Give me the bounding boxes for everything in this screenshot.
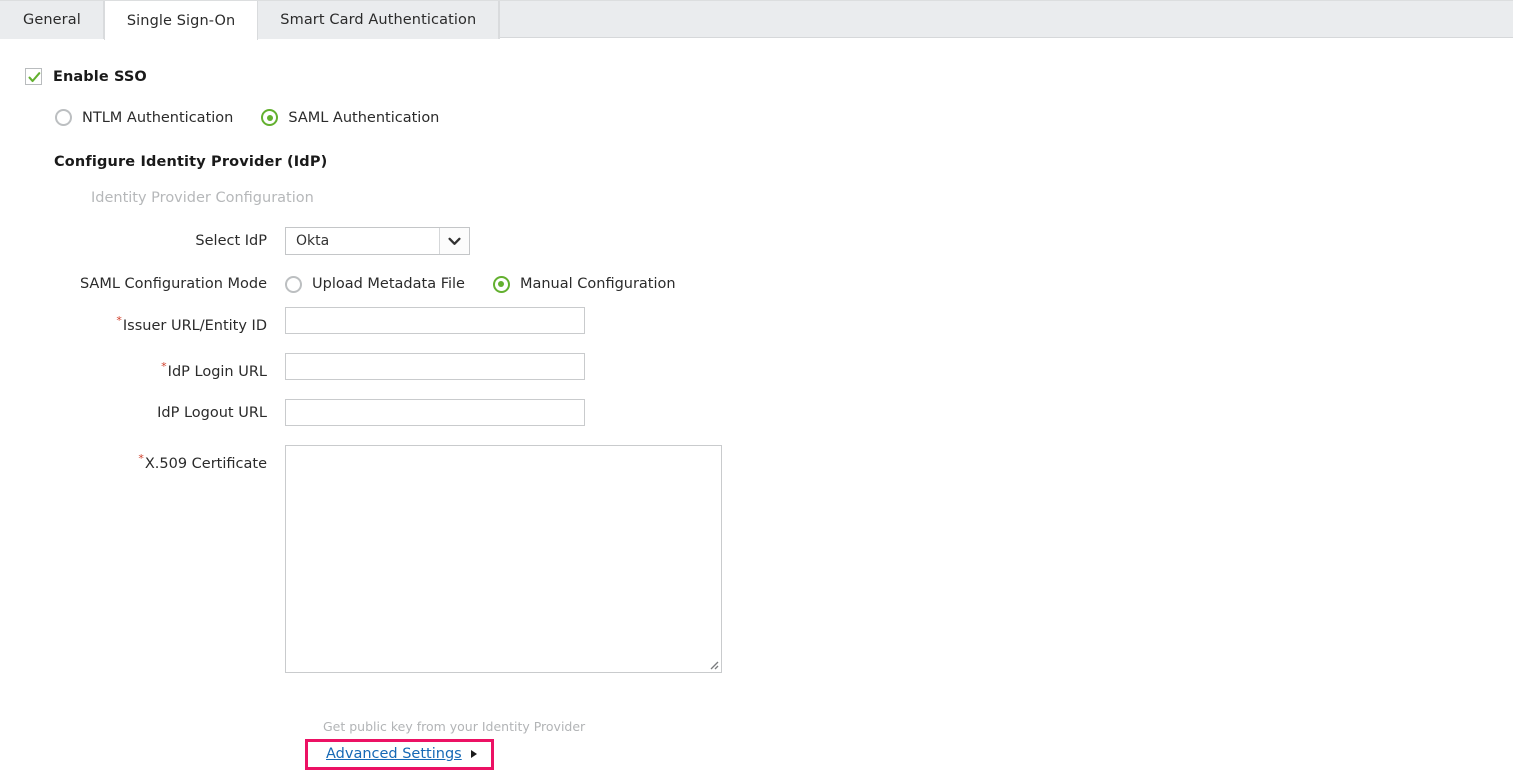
select-idp-row: Select IdP Okta — [0, 227, 470, 255]
idp-login-url-input[interactable] — [285, 353, 585, 380]
idp-login-url-control — [285, 353, 585, 380]
select-idp-label: Select IdP — [195, 233, 267, 249]
triangle-right-icon — [470, 750, 477, 758]
x509-certificate-textarea[interactable] — [285, 445, 722, 673]
select-idp-dropdown[interactable]: Okta — [285, 227, 470, 255]
required-asterisk: * — [116, 314, 122, 327]
issuer-url-label-text: Issuer URL/Entity ID — [122, 317, 267, 334]
required-asterisk: * — [138, 452, 144, 465]
x509-certificate-control — [285, 445, 722, 673]
saml-mode-label: SAML Configuration Mode — [79, 276, 267, 292]
enable-sso-label: Enable SSO — [53, 68, 147, 85]
idp-login-url-row: *IdP Login URL — [0, 353, 585, 386]
issuer-url-input[interactable] — [285, 307, 585, 334]
enable-sso-checkbox[interactable] — [25, 68, 42, 85]
issuer-url-row: *Issuer URL/Entity ID — [0, 307, 585, 340]
tab-single-sign-on-label: Single Sign-On — [126, 12, 236, 29]
idp-logout-url-label: IdP Logout URL — [157, 405, 267, 421]
saml-mode-radio-group: Upload Metadata File Manual Configuratio… — [285, 270, 676, 298]
tab-single-sign-on[interactable]: Single Sign-On — [103, 1, 259, 41]
radio-manual-configuration[interactable] — [492, 275, 510, 293]
radio-manual-configuration-label: Manual Configuration — [519, 276, 676, 292]
radio-saml-authentication[interactable] — [261, 109, 279, 126]
chevron-down-glyph — [448, 237, 461, 245]
tab-list: General Single Sign-On Smart Card Authen… — [0, 1, 501, 41]
issuer-url-label: *Issuer URL/Entity ID — [0, 307, 285, 340]
issuer-url-control — [285, 307, 585, 334]
radio-ntlm-authentication[interactable] — [55, 109, 72, 126]
idp-login-url-label-text: IdP Login URL — [167, 363, 267, 380]
idp-logout-url-row: IdP Logout URL — [0, 399, 585, 427]
tab-general[interactable]: General — [0, 1, 104, 39]
select-idp-value: Okta — [296, 233, 330, 249]
idp-logout-url-control — [285, 399, 585, 426]
x509-certificate-helper-text: Get public key from your Identity Provid… — [323, 719, 586, 734]
chevron-down-icon[interactable] — [439, 228, 469, 254]
idp-section-subtitle: Identity Provider Configuration — [91, 190, 314, 206]
advanced-settings-link[interactable]: Advanced Settings — [326, 746, 462, 762]
enable-sso-row: Enable SSO — [25, 68, 147, 85]
radio-upload-metadata-file-label: Upload Metadata File — [312, 276, 465, 292]
idp-logout-url-input[interactable] — [285, 399, 585, 426]
tab-smart-card-authentication-label: Smart Card Authentication — [280, 12, 477, 28]
select-idp-control: Okta — [285, 227, 470, 255]
tab-smart-card-authentication[interactable]: Smart Card Authentication — [258, 1, 500, 39]
x509-certificate-label-text: X.509 Certificate — [144, 455, 267, 472]
x509-certificate-label: *X.509 Certificate — [0, 445, 285, 478]
auth-mode-radio-group: NTLM Authentication SAML Authentication — [55, 109, 439, 126]
tab-bar: General Single Sign-On Smart Card Authen… — [0, 0, 1513, 41]
idp-section-title: Configure Identity Provider (IdP) — [54, 154, 328, 170]
radio-saml-authentication-label: SAML Authentication — [288, 109, 440, 126]
saml-mode-row: SAML Configuration Mode Upload Metadata … — [0, 270, 676, 298]
radio-upload-metadata-file[interactable] — [285, 275, 302, 293]
idp-login-url-label: *IdP Login URL — [0, 353, 285, 386]
x509-certificate-row: *X.509 Certificate — [0, 445, 722, 673]
tab-general-label: General — [23, 12, 81, 28]
tab-strip-divider — [499, 1, 501, 39]
required-asterisk: * — [161, 360, 167, 373]
radio-ntlm-authentication-label: NTLM Authentication — [82, 109, 234, 126]
advanced-settings-highlight: Advanced Settings — [305, 739, 494, 770]
check-icon — [28, 72, 41, 83]
